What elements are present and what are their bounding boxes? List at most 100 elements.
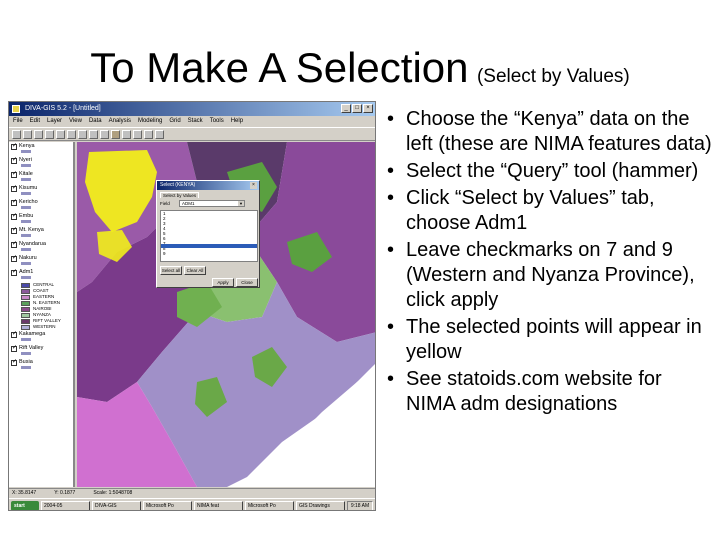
- remove-layer-icon[interactable]: [56, 130, 65, 139]
- menu-item[interactable]: Grid: [169, 116, 180, 127]
- layer-item[interactable]: Kenya: [9, 142, 73, 156]
- layer-checkbox[interactable]: [11, 142, 17, 151]
- zoom-in-icon[interactable]: [67, 130, 76, 139]
- open-icon[interactable]: [23, 130, 32, 139]
- table-of-contents: Kenya Nyeri Kitale Kisumu Kericho Embu Mt. Ken…: [9, 142, 75, 487]
- window-controls: _ □ ×: [341, 104, 373, 113]
- menu-item[interactable]: Layer: [47, 116, 62, 127]
- layer-item[interactable]: Nyandarua: [9, 240, 73, 254]
- menu-item[interactable]: Data: [89, 116, 102, 127]
- add-layer-icon[interactable]: [45, 130, 54, 139]
- measure-icon[interactable]: [133, 130, 142, 139]
- menu-item[interactable]: Tools: [210, 116, 224, 127]
- status-scale: Scale: 1:5048708: [93, 490, 133, 496]
- identify-icon[interactable]: [122, 130, 131, 139]
- new-icon[interactable]: [12, 130, 21, 139]
- layer-checkbox[interactable]: [11, 184, 17, 193]
- minimize-icon[interactable]: _: [341, 104, 351, 113]
- layer-item[interactable]: Nyeri: [9, 156, 73, 170]
- layer-item[interactable]: Busia: [9, 358, 73, 372]
- menu-item[interactable]: Modeling: [138, 116, 162, 127]
- task-button[interactable]: DIVA-GIS: [92, 501, 141, 510]
- list-item[interactable]: 9: [161, 251, 257, 256]
- menu-item[interactable]: Stack: [188, 116, 203, 127]
- field-select-value: ADM1: [182, 201, 195, 206]
- close-button[interactable]: Close: [236, 278, 258, 287]
- legend-swatch: [21, 306, 30, 312]
- layer-symbol: [21, 192, 31, 195]
- start-button[interactable]: start: [11, 501, 39, 510]
- layer-checkbox[interactable]: [11, 240, 17, 249]
- layer-checkbox[interactable]: [11, 212, 17, 221]
- bullet-text: Click “Select by Values” tab, choose Adm…: [406, 187, 655, 234]
- close-icon[interactable]: ×: [363, 104, 373, 113]
- app-icon: [12, 105, 20, 113]
- apply-button[interactable]: Apply: [212, 278, 234, 287]
- layer-item[interactable]: Kitale: [9, 170, 73, 184]
- legend-swatch: [21, 294, 30, 300]
- layer-checkbox[interactable]: [11, 358, 17, 367]
- full-extent-icon[interactable]: [100, 130, 109, 139]
- bullet-dot: •: [387, 187, 395, 209]
- legend-swatch: [21, 282, 30, 288]
- select-icon[interactable]: [144, 130, 153, 139]
- layer-label: Nyeri: [19, 157, 32, 163]
- diva-gis-screenshot: DIVA-GIS 5.2 - [Untitled] _ □ × File Edit…: [8, 101, 376, 511]
- clear-all-button[interactable]: Clear All: [184, 266, 206, 275]
- layer-checkbox[interactable]: [11, 156, 17, 165]
- bullet-dot: •: [387, 368, 395, 390]
- values-list[interactable]: 123456789: [160, 210, 258, 262]
- bullet-item: • See statoids.com website for NIMA adm d…: [386, 367, 714, 417]
- task-button[interactable]: Microsoft Po: [143, 501, 192, 510]
- bullet-item: • Leave checkmarks on 7 and 9 (Western an…: [386, 238, 714, 313]
- select-all-button[interactable]: Select all: [160, 266, 182, 275]
- tab-select-by-values[interactable]: Select by Values: [160, 192, 200, 198]
- menu-item[interactable]: Analysis: [109, 116, 131, 127]
- layer-symbol: [21, 248, 31, 251]
- layer-item[interactable]: Embu: [9, 212, 73, 226]
- layer-item[interactable]: Mt. Kenya: [9, 226, 73, 240]
- bullet-item: • Select the “Query” tool (hammer): [386, 159, 714, 184]
- menu-item[interactable]: Help: [231, 116, 243, 127]
- layer-item[interactable]: Rift Valley: [9, 344, 73, 358]
- layer-checkbox[interactable]: [11, 226, 17, 235]
- bullet-dot: •: [387, 239, 395, 261]
- layer-checkbox[interactable]: [11, 344, 17, 353]
- layer-checkbox[interactable]: [11, 268, 17, 277]
- bullet-text: Choose the “Kenya” data on the left (the…: [406, 108, 712, 155]
- layer-item[interactable]: Kakamega: [9, 330, 73, 344]
- menu-item[interactable]: File: [13, 116, 23, 127]
- query-hammer-icon[interactable]: [111, 130, 120, 139]
- layer-checkbox[interactable]: [11, 254, 17, 263]
- task-button[interactable]: 2004-05: [41, 501, 90, 510]
- dialog-close-icon[interactable]: ×: [250, 182, 257, 189]
- task-button[interactable]: NIMA feat: [194, 501, 243, 510]
- layer-checkbox[interactable]: [11, 198, 17, 207]
- layer-label: Nyandarua: [19, 241, 46, 247]
- print-icon[interactable]: [155, 130, 164, 139]
- layer-checkbox[interactable]: [11, 170, 17, 179]
- layer-item[interactable]: Adm1: [9, 268, 73, 282]
- layer-item[interactable]: Nakuru: [9, 254, 73, 268]
- layer-item[interactable]: Kericho: [9, 198, 73, 212]
- layer-checkbox[interactable]: [11, 330, 17, 339]
- maximize-icon[interactable]: □: [352, 104, 362, 113]
- task-button[interactable]: Microsoft Po: [245, 501, 294, 510]
- pan-icon[interactable]: [89, 130, 98, 139]
- title-subtitle: (Select by Values): [476, 66, 630, 87]
- field-select[interactable]: ADM1 ▼: [179, 200, 245, 207]
- dialog-title: Select (KENYA): [160, 182, 196, 188]
- layer-label: Mt. Kenya: [19, 227, 44, 233]
- layer-label: Kitale: [19, 171, 33, 177]
- chevron-down-icon[interactable]: ▼: [238, 201, 244, 206]
- task-button[interactable]: GIS Drawings: [296, 501, 345, 510]
- menu-item[interactable]: View: [69, 116, 82, 127]
- menu-item[interactable]: Edit: [30, 116, 40, 127]
- title-main: To Make A Selection: [90, 44, 469, 91]
- layer-item[interactable]: Kisumu: [9, 184, 73, 198]
- zoom-out-icon[interactable]: [78, 130, 87, 139]
- dialog-titlebar: Select (KENYA) ×: [157, 181, 259, 190]
- legend-swatch: [21, 312, 30, 318]
- select-dialog: Select (KENYA) × Select by Values Field …: [156, 180, 260, 288]
- save-icon[interactable]: [34, 130, 43, 139]
